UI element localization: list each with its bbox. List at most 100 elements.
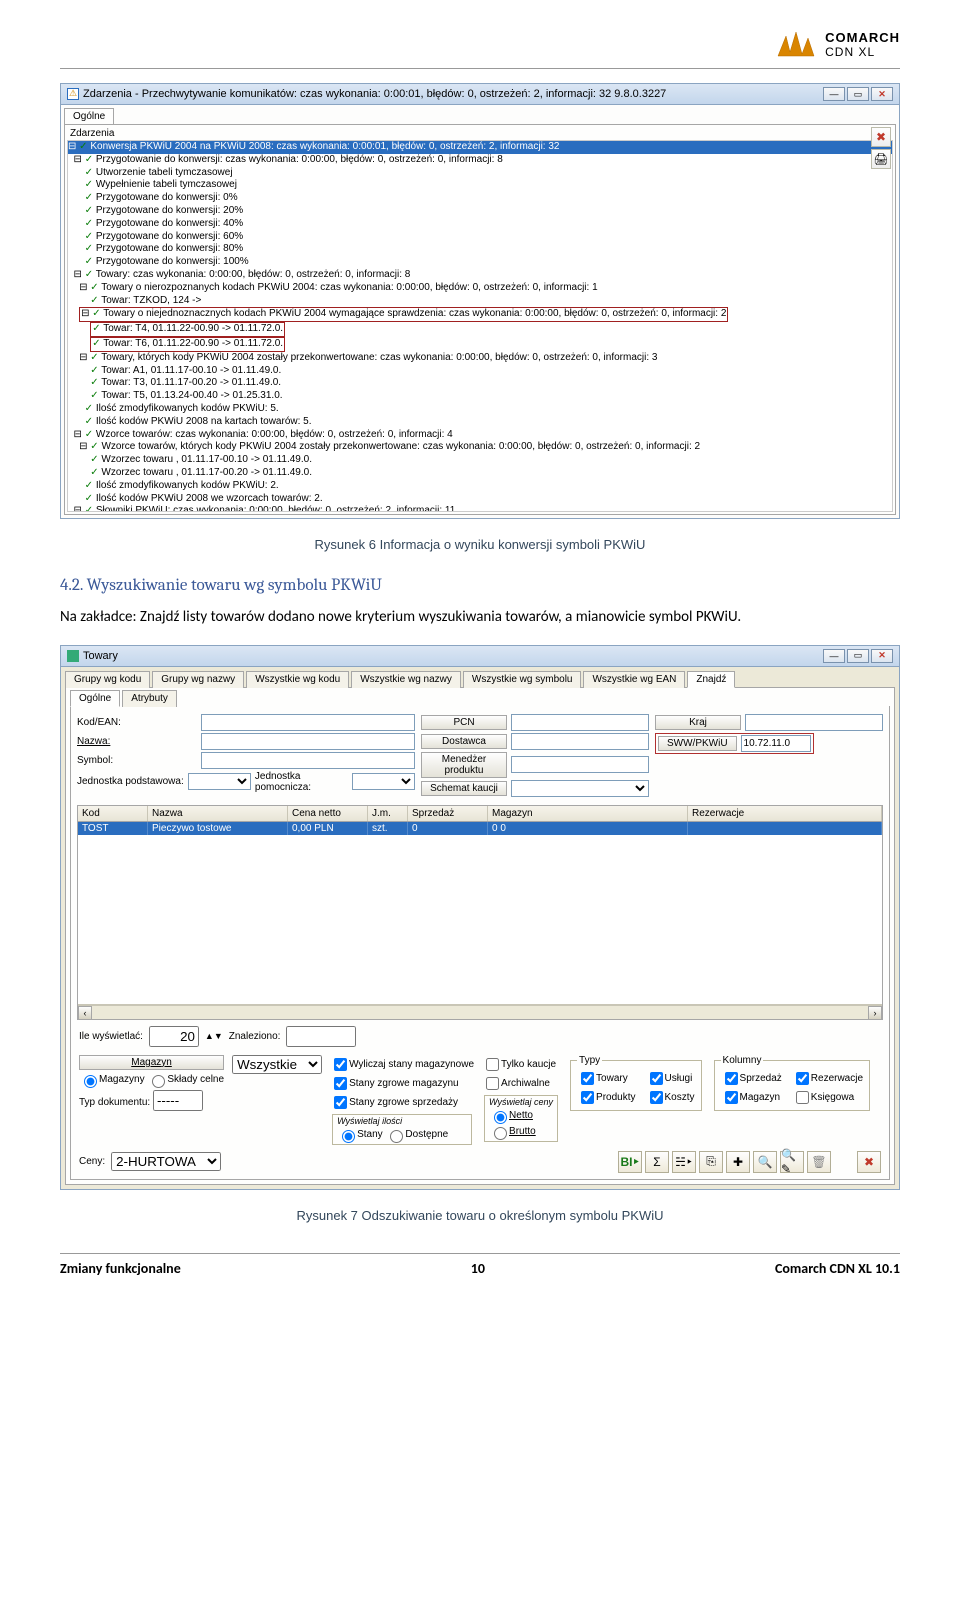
tab-znajdź[interactable]: Znajdź — [687, 671, 735, 688]
col-header[interactable]: Kod — [78, 806, 148, 821]
cb-zgrowe-sprz[interactable]: Stany zgrowe sprzedaży — [330, 1093, 474, 1112]
input-kod[interactable] — [201, 714, 415, 731]
tree-line[interactable]: ⊟ ✓ Towary: czas wykonania: 0:00:00, błę… — [68, 269, 892, 282]
tree-line[interactable]: ✓ Wzorzec towaru , 01.11.17-00.10 -> 01.… — [68, 454, 892, 467]
tree-line[interactable]: ⊟ ✓ Towary, których kody PKWiU 2004 zost… — [68, 352, 892, 365]
sel-ceny[interactable]: 2-HURTOWA — [111, 1152, 221, 1171]
tree-line[interactable]: ✓ Przygotowane do konwersji: 100% — [68, 256, 892, 269]
tab-wszystkie-wg-symbolu[interactable]: Wszystkie wg symbolu — [463, 671, 582, 688]
input-symbol[interactable] — [201, 752, 415, 769]
input-sww[interactable] — [741, 735, 811, 752]
tab-wszystkie-wg-kodu[interactable]: Wszystkie wg kodu — [246, 671, 349, 688]
tree-line[interactable]: ✓ Przygotowane do konwersji: 80% — [68, 243, 892, 256]
tree-line[interactable]: ✓ Towar: TZKOD, 124 -> — [68, 295, 892, 308]
cb-kaucje[interactable]: Tylko kaucje — [482, 1055, 560, 1074]
tree-line[interactable]: ✓ Przygotowane do konwersji: 40% — [68, 218, 892, 231]
btn-kraj[interactable]: Kraj — [655, 715, 741, 730]
tree-line[interactable]: ⊟ ✓ Konwersja PKWiU 2004 na PKWiU 2008: … — [68, 141, 892, 154]
tree-line[interactable]: ✓ Towar: T5, 01.13.24-00.40 -> 01.25.31.… — [68, 390, 892, 403]
tree-line[interactable]: ✓ Przygotowane do konwersji: 60% — [68, 231, 892, 244]
btn-magazyn[interactable]: Magazyn — [79, 1055, 224, 1070]
tree-line[interactable]: ✓ Towar: A1, 01.11.17-00.10 -> 01.11.49.… — [68, 365, 892, 378]
input-ile[interactable] — [149, 1026, 199, 1047]
cb-zgrowe-mag[interactable]: Stany zgrowe magazynu — [330, 1074, 474, 1093]
radio-sklady[interactable]: Składy celne — [147, 1074, 224, 1085]
tree-line[interactable]: ✓ Ilość kodów PKWiU 2008 na kartach towa… — [68, 416, 892, 429]
h-scrollbar[interactable]: ‹ › — [78, 1005, 882, 1019]
close-button[interactable]: ✕ — [871, 87, 893, 101]
tool-close-icon[interactable]: ✖ — [857, 1151, 881, 1173]
delete-icon[interactable]: ✖ — [871, 127, 891, 147]
close2-button[interactable]: ✕ — [871, 649, 893, 663]
print-icon[interactable]: 🖨 — [871, 149, 891, 169]
col-header[interactable]: Magazyn — [488, 806, 688, 821]
btn-sww[interactable]: SWW/PKWiU — [658, 736, 737, 751]
radio-magazyny[interactable]: Magazyny — [79, 1074, 145, 1085]
tree-line[interactable]: ✓ Przygotowane do konwersji: 0% — [68, 192, 892, 205]
tree-line[interactable]: ✓ Utworzenie tabeli tymczasowej — [68, 167, 892, 180]
cb-uslugi[interactable]: Usługi — [646, 1069, 695, 1088]
tree-line[interactable]: ✓ Wzorzec towaru , 01.11.17-00.20 -> 01.… — [68, 467, 892, 480]
col-header[interactable]: Sprzedaż — [408, 806, 488, 821]
btn-pcn[interactable]: PCN — [421, 715, 507, 730]
sel-magazyn[interactable]: Wszystkie — [232, 1055, 322, 1074]
sel-kaucja[interactable] — [511, 780, 649, 797]
scroll-right-icon[interactable]: › — [868, 1006, 882, 1020]
scroll-left-icon[interactable]: ‹ — [78, 1006, 92, 1020]
sel-jedn-pom[interactable] — [352, 773, 415, 790]
cb-wyliczaj[interactable]: Wyliczaj stany magazynowe — [330, 1055, 474, 1074]
input-dostawca[interactable] — [511, 733, 649, 750]
tree-line[interactable]: ⊟ ✓ Słowniki PKWiU: czas wykonania: 0:00… — [68, 505, 892, 512]
tree-line[interactable]: ✓ Towar: T6, 01.11.22-00.90 -> 01.11.72.… — [68, 337, 892, 352]
btn-kaucja[interactable]: Schemat kaucji — [421, 781, 507, 796]
radio-netto[interactable]: Netto — [489, 1110, 533, 1121]
radio-brutto[interactable]: Brutto — [489, 1126, 536, 1137]
cb-k-sprzedaz[interactable]: Sprzedaż — [721, 1069, 782, 1088]
tree-line[interactable]: ✓ Towar: T3, 01.11.17-00.20 -> 01.11.49.… — [68, 377, 892, 390]
tab-ogolne[interactable]: Ogólne — [64, 108, 114, 125]
tree-line[interactable]: ⊟ ✓ Towary o niejednoznacznych kodach PK… — [68, 307, 892, 322]
tool-zoom-icon[interactable]: 🔍 — [753, 1151, 777, 1173]
cb-produkty[interactable]: Produkty — [577, 1088, 635, 1107]
tab-wszystkie-wg-nazwy[interactable]: Wszystkie wg nazwy — [351, 671, 461, 688]
minimize-button[interactable]: — — [823, 87, 845, 101]
tool-edit-icon[interactable]: 🔍✎ — [780, 1151, 804, 1173]
tab-grupy-wg-nazwy[interactable]: Grupy wg nazwy — [152, 671, 244, 688]
input-pcn[interactable] — [511, 714, 649, 731]
min2-button[interactable]: — — [823, 649, 845, 663]
cb-k-magazyn[interactable]: Magazyn — [721, 1088, 782, 1107]
tree-line[interactable]: ✓ Towar: T4, 01.11.22-00.90 -> 01.11.72.… — [68, 322, 892, 337]
input-nazwa[interactable] — [201, 733, 415, 750]
tree-line[interactable]: ⊟ ✓ Przygotowanie do konwersji: czas wyk… — [68, 154, 892, 167]
col-header[interactable]: Nazwa — [148, 806, 288, 821]
tree-line[interactable]: ✓ Wypełnienie tabeli tymczasowej — [68, 179, 892, 192]
subtab-atrybuty[interactable]: Atrybuty — [122, 690, 177, 707]
sel-jedn-podst[interactable] — [188, 773, 251, 790]
tool-bi-icon[interactable]: BI‣ — [618, 1151, 642, 1173]
tool-new-icon[interactable]: ✚ — [726, 1151, 750, 1173]
max2-button[interactable]: ▭ — [847, 649, 869, 663]
cb-k-rezerwacje[interactable]: Rezerwacje — [792, 1069, 863, 1088]
btn-dostawca[interactable]: Dostawca — [421, 734, 507, 749]
tool-copy-icon[interactable]: ⎘ — [699, 1151, 723, 1173]
tool-del-icon[interactable]: 🗑 — [807, 1151, 831, 1173]
cb-k-ksiegowa[interactable]: Księgowa — [792, 1088, 863, 1107]
cb-arch[interactable]: Archiwalne — [482, 1074, 560, 1093]
radio-stany[interactable]: Stany — [337, 1129, 383, 1140]
tree-line[interactable]: ✓ Ilość kodów PKWiU 2008 we wzorcach tow… — [68, 493, 892, 506]
maximize-button[interactable]: ▭ — [847, 87, 869, 101]
tree-line[interactable]: ✓ Ilość zmodyfikowanych kodów PKWiU: 2. — [68, 480, 892, 493]
btn-menedzer[interactable]: Menedżer produktu — [421, 752, 507, 778]
tree-line[interactable]: ⊟ ✓ Wzorce towarów: czas wykonania: 0:00… — [68, 429, 892, 442]
tree-line[interactable]: ✓ Przygotowane do konwersji: 20% — [68, 205, 892, 218]
input-typdok[interactable] — [153, 1090, 203, 1111]
col-header[interactable]: J.m. — [368, 806, 408, 821]
col-header[interactable]: Rezerwacje — [688, 806, 882, 821]
tool-sum-icon[interactable]: Σ — [645, 1151, 669, 1173]
col-header[interactable]: Cena netto — [288, 806, 368, 821]
tree-line[interactable]: ⊟ ✓ Wzorce towarów, których kody PKWiU 2… — [68, 441, 892, 454]
input-znaleziono[interactable] — [286, 1026, 356, 1047]
tree-line[interactable]: ⊟ ✓ Towary o nierozpoznanych kodach PKWi… — [68, 282, 892, 295]
tab-grupy-wg-kodu[interactable]: Grupy wg kodu — [65, 671, 150, 688]
radio-dostepne[interactable]: Dostępne — [385, 1129, 448, 1140]
